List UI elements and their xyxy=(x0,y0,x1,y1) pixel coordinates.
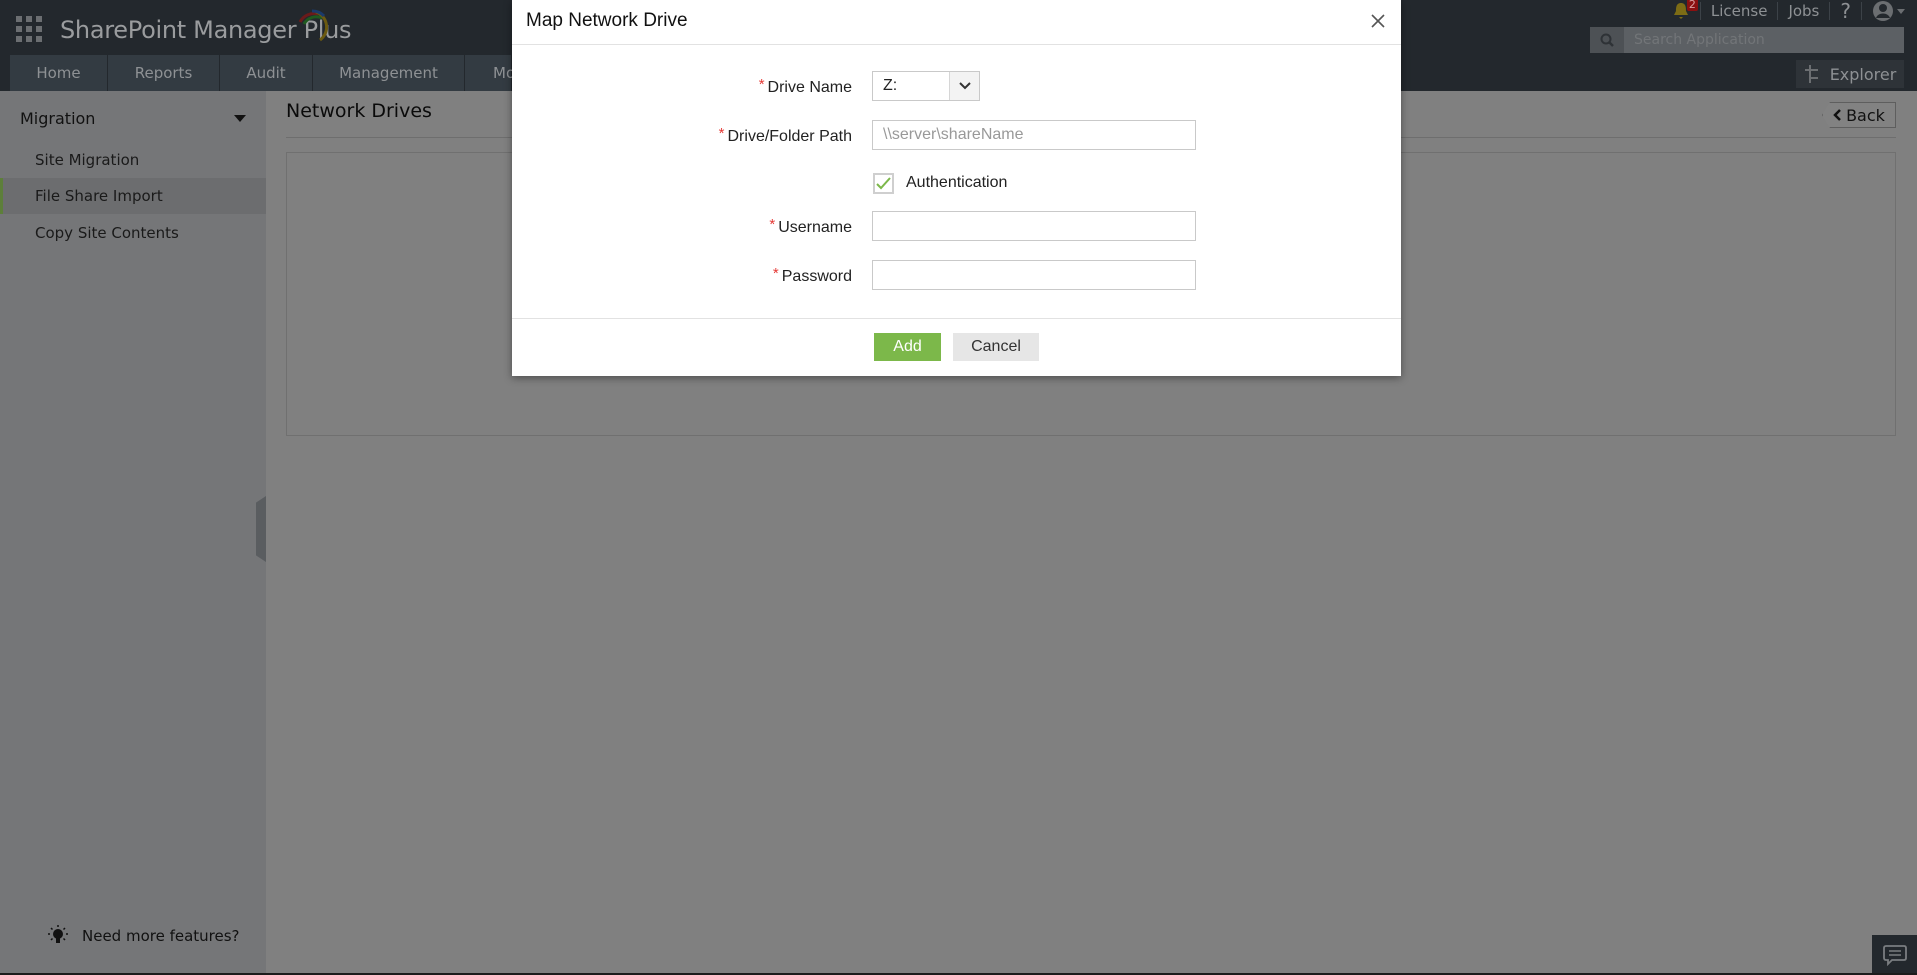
tab-more[interactable]: Mo xyxy=(465,55,515,91)
sidebar-section-label: Migration xyxy=(20,109,96,128)
tab-reports[interactable]: Reports xyxy=(108,55,220,91)
drive-name-value: Z: xyxy=(883,77,898,94)
chat-icon xyxy=(1882,945,1907,966)
page-title: Network Drives xyxy=(286,100,432,122)
sidebar-item-file-share-import[interactable]: File Share Import xyxy=(0,178,266,214)
path-row: * Drive/Folder Path xyxy=(512,120,1401,150)
username-input[interactable] xyxy=(872,211,1196,241)
drive-folder-path-input[interactable] xyxy=(872,120,1196,150)
back-label: Back xyxy=(1846,105,1885,125)
back-button[interactable]: Back xyxy=(1822,102,1896,128)
sidebar-section-migration[interactable]: Migration xyxy=(20,109,246,128)
search-icon xyxy=(1590,27,1624,53)
required-mark: * xyxy=(758,75,765,93)
username-label: Username xyxy=(778,218,852,236)
sidebar: Migration Site Migration File Share Impo… xyxy=(0,91,266,975)
lightbulb-icon xyxy=(48,925,68,943)
divider xyxy=(512,318,1401,319)
cancel-button[interactable]: Cancel xyxy=(953,333,1039,361)
sidebar-item-copy-site-contents[interactable]: Copy Site Contents xyxy=(0,215,266,251)
chevron-down-icon[interactable] xyxy=(949,72,979,100)
dialog-title: Map Network Drive xyxy=(526,10,688,31)
explorer-label: Explorer xyxy=(1829,64,1897,84)
password-label: Password xyxy=(781,267,852,285)
drive-name-label: Drive Name xyxy=(767,78,852,96)
tab-home[interactable]: Home xyxy=(10,55,108,91)
app-grid-icon[interactable] xyxy=(16,16,44,42)
required-mark: * xyxy=(772,264,779,282)
user-avatar-icon xyxy=(1873,1,1893,21)
dialog-header: Map Network Drive xyxy=(512,0,1401,45)
license-link[interactable]: License xyxy=(1711,2,1768,20)
tab-audit[interactable]: Audit xyxy=(220,55,313,91)
jobs-link[interactable]: Jobs xyxy=(1788,2,1819,20)
authentication-checkbox[interactable] xyxy=(873,172,894,194)
password-row: * Password xyxy=(512,260,1401,290)
required-mark: * xyxy=(769,215,776,233)
close-icon[interactable] xyxy=(1369,12,1387,30)
caret-down-icon xyxy=(1897,8,1905,14)
chat-button[interactable] xyxy=(1872,935,1917,975)
drive-name-row: * Drive Name Z: xyxy=(512,71,1401,101)
notification-badge: 2 xyxy=(1686,0,1698,11)
main-nav: Home Reports Audit Management Mo xyxy=(10,55,515,91)
path-label: Drive/Folder Path xyxy=(727,127,853,145)
map-network-drive-dialog: Map Network Drive * Drive Name Z: * Drive/… xyxy=(512,0,1401,376)
add-button[interactable]: Add xyxy=(874,333,941,361)
sidebar-item-site-migration[interactable]: Site Migration xyxy=(0,142,266,178)
user-menu[interactable] xyxy=(1872,0,1905,22)
need-more-features-link[interactable]: Need more features? xyxy=(48,925,240,947)
help-link[interactable]: ? xyxy=(1840,0,1851,23)
tab-management[interactable]: Management xyxy=(313,55,465,91)
search-input[interactable] xyxy=(1624,27,1904,53)
password-input[interactable] xyxy=(872,260,1196,290)
drive-name-select[interactable]: Z: xyxy=(872,71,980,101)
search-box xyxy=(1590,27,1904,53)
notifications-button[interactable]: 2 xyxy=(1672,0,1698,20)
check-icon xyxy=(876,176,891,189)
username-row: * Username xyxy=(512,211,1401,241)
sidebar-collapse-handle[interactable] xyxy=(256,496,266,562)
authentication-row: Authentication xyxy=(512,168,1401,198)
explorer-button[interactable]: Explorer xyxy=(1796,60,1904,88)
caret-down-icon xyxy=(234,115,246,122)
chevron-left-icon xyxy=(1833,109,1841,121)
logo-swoosh-icon xyxy=(298,9,329,42)
required-mark: * xyxy=(718,124,725,142)
need-more-features-label: Need more features? xyxy=(82,927,240,945)
authentication-label[interactable]: Authentication xyxy=(906,174,1007,192)
tree-icon xyxy=(1804,65,1818,83)
